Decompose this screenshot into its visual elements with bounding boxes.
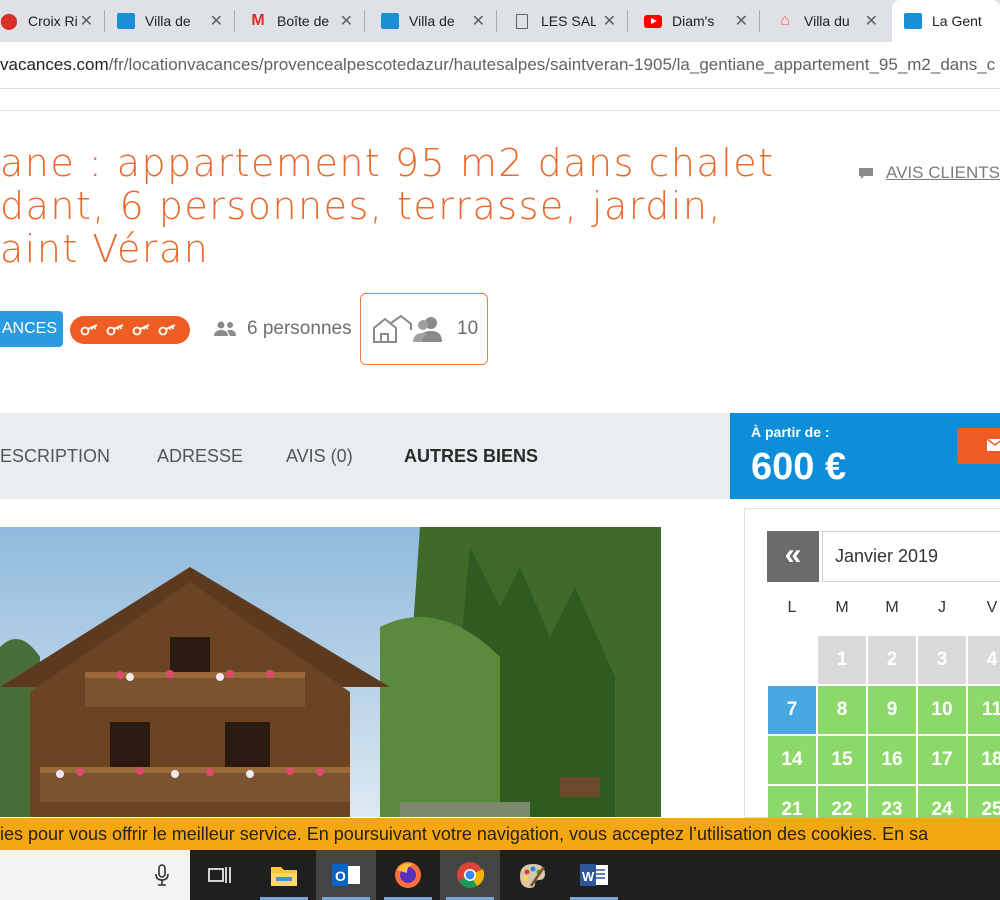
- browser-tab[interactable]: Villa de ✕: [365, 0, 497, 42]
- browser-tab[interactable]: ⌂ Villa du ✕: [760, 0, 890, 42]
- windows-taskbar: O W: [0, 850, 1000, 900]
- availability-calendar: « Janvier 2019 L M M J V 1 2 3 4 7 8 9 10 11 14 15 16 17 1…: [744, 508, 1000, 834]
- tab-title: Croix Ri: [28, 13, 78, 29]
- browser-tab[interactable]: LES SAL ✕: [497, 0, 628, 42]
- calendar-day[interactable]: 15: [818, 736, 866, 784]
- divider: [0, 110, 1000, 111]
- calendar-day[interactable]: 9: [868, 686, 916, 734]
- opod-icon: [381, 12, 399, 30]
- calendar-day[interactable]: 3: [918, 636, 966, 684]
- price-amount: 600 €: [751, 446, 847, 488]
- tab-reviews[interactable]: AVIS (0): [286, 446, 353, 467]
- firefox-icon[interactable]: [378, 850, 438, 900]
- previous-month-button[interactable]: «: [767, 531, 819, 582]
- weekday-label: J: [938, 599, 946, 616]
- file-explorer-icon[interactable]: [254, 850, 314, 900]
- tab-title: LES SAL: [541, 13, 596, 29]
- price-from-label: À partir de :: [751, 424, 830, 440]
- people-icon: [214, 321, 236, 336]
- chrome-icon[interactable]: [440, 850, 500, 900]
- taskbar-search-box[interactable]: [0, 850, 190, 900]
- word-icon[interactable]: W: [564, 850, 624, 900]
- calendar-day[interactable]: 7: [768, 686, 816, 734]
- paint-icon[interactable]: [502, 850, 562, 900]
- calendar-day[interactable]: 4: [968, 636, 1000, 684]
- gmail-icon: M: [251, 12, 265, 29]
- calendar-day[interactable]: 16: [868, 736, 916, 784]
- browser-tab[interactable]: ⬤ Croix Ri ✕: [0, 0, 105, 42]
- key-icon: [80, 324, 98, 336]
- tab-title: Villa de: [145, 13, 191, 29]
- address-bar[interactable]: vacances.com/fr/locationvacances/provenc…: [0, 42, 1000, 89]
- key-icon: [158, 324, 176, 336]
- tab-address[interactable]: ADRESSE: [157, 446, 243, 467]
- microphone-icon[interactable]: [155, 864, 169, 886]
- property-photo[interactable]: [0, 527, 661, 817]
- browser-tab-active[interactable]: La Gent: [892, 0, 1000, 42]
- outlook-icon[interactable]: O: [316, 850, 376, 900]
- svg-text:O: O: [335, 868, 346, 884]
- cookie-banner: ies pour vous offrir le meilleur service…: [0, 818, 1000, 850]
- browser-tab[interactable]: Villa de ✕: [105, 0, 235, 42]
- weekday-label: M: [835, 599, 849, 616]
- customer-reviews-link[interactable]: AVIS CLIENTS (: [858, 163, 1000, 183]
- tab-title: La Gent: [932, 13, 982, 29]
- envelope-icon: [987, 439, 1000, 451]
- section-tabs: ESCRIPTION ADRESSE AVIS (0) AUTRES BIENS: [0, 413, 730, 499]
- calendar-day[interactable]: 2: [868, 636, 916, 684]
- tab-title: Villa du: [804, 13, 850, 29]
- maps-icon: ⬤: [0, 13, 18, 30]
- document-icon: [513, 12, 531, 30]
- price-box: À partir de : 600 €: [730, 413, 1000, 499]
- svg-text:W: W: [582, 869, 595, 884]
- chalet-image: [0, 527, 661, 817]
- browser-tab[interactable]: Diam's ✕: [628, 0, 760, 42]
- key-icon: [132, 324, 150, 336]
- calendar-day[interactable]: 8: [818, 686, 866, 734]
- tab-title: Boîte de: [277, 13, 330, 29]
- speech-bubble-icon: [859, 167, 873, 179]
- close-icon[interactable]: ✕: [735, 11, 748, 31]
- tab-other-properties[interactable]: AUTRES BIENS: [404, 446, 538, 467]
- opod-icon: [904, 12, 922, 30]
- calendar-day[interactable]: 1: [818, 636, 866, 684]
- keys-rating-badge: [70, 316, 190, 344]
- weekday-label: L: [787, 599, 797, 616]
- url-text[interactable]: vacances.com/fr/locationvacances/provenc…: [0, 55, 995, 75]
- listing-title: ane : appartement 95 m2 dans chalet dant…: [0, 141, 775, 271]
- browser-tab[interactable]: M Boîte de ✕: [235, 0, 365, 42]
- group-icon: [413, 317, 442, 342]
- calendar-day[interactable]: 10: [918, 686, 966, 734]
- tab-description[interactable]: ESCRIPTION: [0, 446, 110, 467]
- task-view-icon[interactable]: [190, 850, 250, 900]
- browser-tab-strip: ⬤ Croix Ri ✕ Villa de ✕ M Boîte de ✕ Vil…: [0, 0, 1000, 42]
- close-icon[interactable]: ✕: [472, 11, 485, 31]
- youtube-icon: [644, 12, 662, 30]
- opod-icon: [117, 12, 135, 30]
- tab-title: Villa de: [409, 13, 455, 29]
- tab-title: Diam's: [672, 13, 715, 29]
- vacances-badge: ANCES: [0, 311, 63, 347]
- houses-icon: [373, 314, 412, 343]
- group-capacity-box: 10: [360, 293, 488, 365]
- close-icon[interactable]: ✕: [340, 11, 353, 31]
- close-icon[interactable]: ✕: [80, 11, 93, 31]
- calendar-day[interactable]: 11: [968, 686, 1000, 734]
- close-icon[interactable]: ✕: [865, 11, 878, 31]
- close-icon[interactable]: ✕: [603, 11, 616, 31]
- weekday-label: V: [986, 599, 998, 616]
- calendar-day[interactable]: 14: [768, 736, 816, 784]
- capacity-info: 6 personnes: [213, 318, 352, 340]
- contact-button[interactable]: [957, 428, 1000, 464]
- close-icon[interactable]: ✕: [210, 11, 223, 31]
- calendar-day[interactable]: 18: [968, 736, 1000, 784]
- key-icon: [106, 324, 124, 336]
- month-select[interactable]: Janvier 2019: [822, 531, 1000, 582]
- calendar-day[interactable]: 17: [918, 736, 966, 784]
- weekday-label: M: [885, 599, 899, 616]
- airbnb-icon: ⌂: [780, 12, 790, 29]
